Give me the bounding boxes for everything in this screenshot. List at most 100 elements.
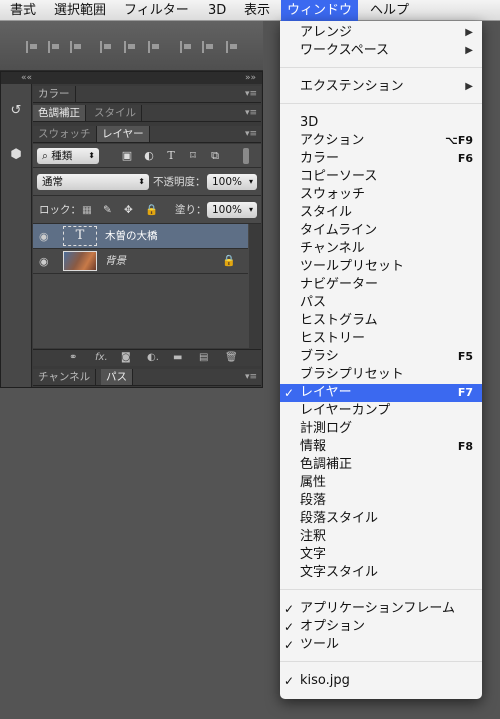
tab-styles[interactable]: スタイル [89,105,142,121]
menu-3d[interactable]: 3D [202,0,232,21]
menu-item[interactable]: コピーソース [280,168,482,186]
menu-item[interactable]: 注釈 [280,528,482,546]
menu-item[interactable]: カラー F6 [280,150,482,168]
fx-icon[interactable]: fx. [95,351,108,365]
menu-item[interactable]: ✓ レイヤー F7 [280,384,482,402]
menu-item[interactable]: 3D [280,114,482,132]
tab-swatches[interactable]: スウォッチ [33,126,97,142]
fill-field[interactable]: 100% ▾ [207,202,257,218]
distribute-center-icon[interactable] [202,41,216,53]
menu-item[interactable]: ナビゲーター [280,276,482,294]
menu-item[interactable]: ✓ アプリケーションフレーム [280,600,482,618]
filter-smart-icon[interactable]: ⧉ [209,150,221,162]
layer-row-background[interactable]: ◉ 背景 🔒 [33,249,248,274]
menu-item[interactable]: 文字 [280,546,482,564]
distribute-bottom-icon[interactable] [148,41,162,53]
distribute-right-icon[interactable] [226,41,240,53]
menu-item-label: スウォッチ [300,187,366,202]
panel-menu-icon[interactable]: ▾≡ [245,126,257,142]
collapse-right-icon[interactable]: »» [245,72,256,84]
layer-scrollbar[interactable] [249,224,261,348]
collapse-left-icon[interactable]: «« [21,72,32,84]
menu-view[interactable]: 表示 [238,0,276,21]
menu-item[interactable]: 段落スタイル [280,510,482,528]
lock-transparent-icon[interactable]: ▦ [82,202,92,218]
menu-item-label: ツール [300,637,340,652]
tab-paths[interactable]: パス [101,369,133,385]
tab-color[interactable]: カラー [33,86,76,102]
menu-window[interactable]: ウィンドウ [281,0,359,21]
distribute-middle-icon[interactable] [124,41,138,53]
3d-icon[interactable]: ⬢ [5,144,27,166]
mask-icon[interactable]: ◙ [121,351,131,365]
eye-icon[interactable]: ◉ [39,255,53,268]
lock-row: ロック： ▦ ✎ ✥ 🔒 塗り： 100% ▾ [33,196,261,224]
menu-item[interactable]: エクステンション ▶ [280,78,482,96]
menu-filter[interactable]: フィルター [118,0,195,21]
panel-menu-icon[interactable]: ▾≡ [245,86,257,102]
distribute-left-icon[interactable] [180,41,194,53]
menu-item[interactable]: スウォッチ [280,186,482,204]
menu-item[interactable]: 情報 F8 [280,438,482,456]
filter-pixel-icon[interactable]: ▣ [121,150,133,162]
lock-all-icon[interactable]: 🔒 [145,202,158,218]
menu-item[interactable]: アレンジ ▶ [280,24,482,42]
opacity-field[interactable]: 100% ▾ [207,174,257,190]
menu-format[interactable]: 書式 [4,0,42,21]
menu-item[interactable]: アクション ⌥F9 [280,132,482,150]
history-icon[interactable]: ↺ [5,100,27,122]
blend-mode-select[interactable]: 通常 ⬍ [37,174,149,190]
menu-select[interactable]: 選択範囲 [48,0,112,21]
menu-item[interactable]: 計測ログ [280,420,482,438]
menu-item[interactable]: ブラシプリセット [280,366,482,384]
menu-item[interactable]: タイムライン [280,222,482,240]
menu-item[interactable]: ワークスペース ▶ [280,42,482,60]
menu-item[interactable]: 色調補正 [280,456,482,474]
layer-row-text[interactable]: ◉ T 木曽の大橋 [33,224,248,249]
distribute-top-icon[interactable] [100,41,114,53]
filter-toggle[interactable] [243,148,249,164]
menu-item[interactable]: スタイル [280,204,482,222]
menu-item[interactable]: パス [280,294,482,312]
menu-item[interactable]: 属性 [280,474,482,492]
menu-item[interactable]: ✓ kiso.jpg [280,672,482,690]
layer-name[interactable]: 背景 [105,249,126,273]
filter-adjust-icon[interactable]: ◐ [143,150,155,162]
lock-paint-icon[interactable]: ✎ [103,202,112,218]
menu-item[interactable]: レイヤーカンプ [280,402,482,420]
menu-item-label: 段落 [300,493,327,508]
align-right-icon[interactable] [70,41,84,53]
adjustment-layer-icon[interactable]: ◐. [147,351,159,365]
filter-kind-select[interactable]: ⌕ 種類 ⬍ [37,148,99,164]
folder-icon[interactable]: ▬ [173,351,182,365]
menu-item[interactable]: ✓ オプション [280,618,482,636]
menu-separator [280,103,482,104]
filter-shape-icon[interactable]: ⌑ [187,150,199,162]
menu-item[interactable]: ブラシ F5 [280,348,482,366]
panel-menu-icon[interactable]: ▾≡ [245,369,257,385]
menu-item-label: 属性 [300,475,327,490]
menu-item[interactable]: ✓ ツール [280,636,482,654]
menu-item[interactable]: ヒストリー [280,330,482,348]
panel-menu-icon[interactable]: ▾≡ [245,105,257,121]
align-left-icon[interactable] [26,41,40,53]
menu-help[interactable]: ヘルプ [364,0,415,21]
menu-item[interactable]: ヒストグラム [280,312,482,330]
menu-item[interactable]: ツールプリセット [280,258,482,276]
menu-item[interactable]: 段落 [280,492,482,510]
shortcut-label: F7 [457,386,473,399]
tab-layers[interactable]: レイヤー [97,126,150,142]
lock-move-icon[interactable]: ✥ [124,202,133,218]
layer-name[interactable]: 木曽の大橋 [105,224,158,248]
align-center-icon[interactable] [48,41,62,53]
filter-type-icon[interactable]: T [165,150,177,162]
tab-channels[interactable]: チャンネル [33,369,97,385]
new-layer-icon[interactable]: ▤ [199,351,208,365]
tab-adjustments[interactable]: 色調補正 [33,105,86,121]
trash-icon[interactable]: 🗑 [225,351,238,365]
menu-item-label: 色調補正 [300,457,353,472]
eye-icon[interactable]: ◉ [39,230,53,243]
link-icon[interactable]: ⚭ [69,351,77,365]
menu-item[interactable]: チャンネル [280,240,482,258]
menu-item[interactable]: 文字スタイル [280,564,482,582]
